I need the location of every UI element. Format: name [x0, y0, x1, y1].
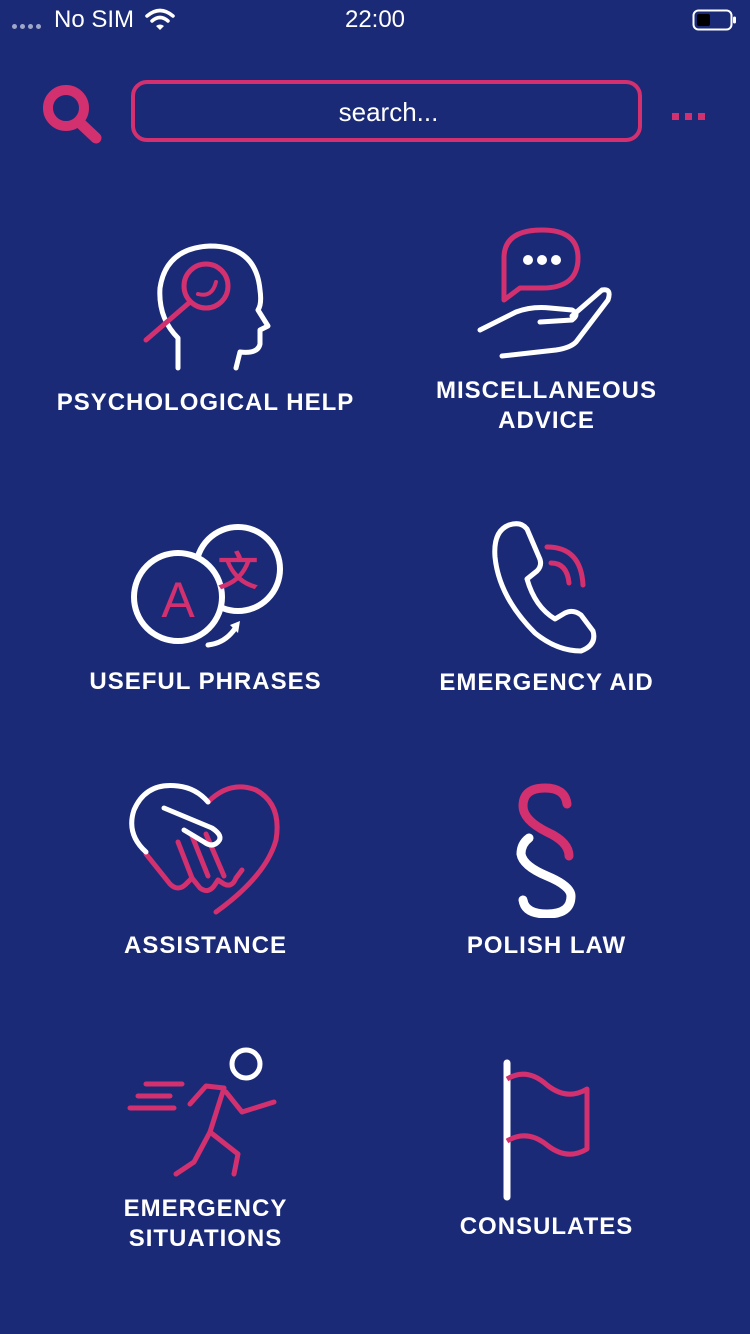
- category-label: PSYCHOLOGICAL HELP: [56, 389, 355, 416]
- category-psychological-help[interactable]: PSYCHOLOGICAL HELP: [18, 230, 393, 460]
- search-field[interactable]: [131, 80, 642, 142]
- category-label: USEFUL PHRASES: [89, 668, 322, 695]
- more-dot: [672, 112, 679, 120]
- head-magnifier-icon: [143, 243, 271, 371]
- search-icon[interactable]: [40, 82, 104, 146]
- phone-icon: [492, 521, 597, 654]
- search-input[interactable]: [135, 84, 642, 140]
- handshake-heart-icon: [129, 783, 280, 915]
- category-consulates[interactable]: CONSULATES: [359, 1055, 734, 1260]
- category-emergency-aid[interactable]: EMERGENCY AID: [359, 515, 734, 715]
- svg-text:文: 文: [218, 549, 258, 595]
- category-polish-law[interactable]: POLISH LAW: [359, 778, 734, 978]
- category-useful-phrases[interactable]: A 文 USEFUL PHRASES: [18, 515, 393, 715]
- status-bar: No SIM 22:00: [0, 0, 750, 40]
- category-miscellaneous-advice[interactable]: MISCELLANEOUS ADVICE: [359, 220, 734, 460]
- category-label: CONSULATES: [459, 1213, 634, 1240]
- section-sign-icon: [516, 783, 576, 918]
- category-label: ASSISTANCE: [124, 932, 287, 959]
- svg-text:A: A: [161, 572, 195, 628]
- more-button[interactable]: [672, 104, 712, 128]
- battery-icon: [692, 9, 736, 31]
- category-label: EMERGENCY SITUATIONS: [123, 1195, 288, 1252]
- category-emergency-situations[interactable]: EMERGENCY SITUATIONS: [18, 1040, 393, 1260]
- category-label: MISCELLANEOUS ADVICE: [435, 377, 657, 434]
- hand-speech-bubble-icon: [477, 227, 612, 359]
- category-label: POLISH LAW: [466, 932, 627, 959]
- category-label: EMERGENCY AID: [439, 669, 654, 696]
- flag-icon: [503, 1059, 590, 1201]
- more-dot: [698, 112, 705, 120]
- clock: 22:00: [344, 6, 406, 33]
- more-dot: [685, 112, 692, 120]
- category-assistance[interactable]: ASSISTANCE: [18, 778, 393, 978]
- running-person-icon: [127, 1047, 277, 1177]
- translate-icon: A 文: [131, 524, 283, 648]
